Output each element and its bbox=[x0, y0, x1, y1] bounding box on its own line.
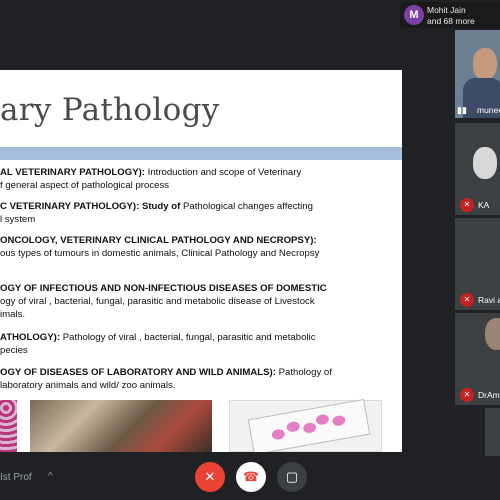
list-item: C VETERINARY PATHOLOGY): Study of Pathol… bbox=[0, 201, 313, 225]
mic-off-icon: ✕ bbox=[460, 198, 474, 212]
mic-toggle-button[interactable]: ✕ bbox=[195, 462, 225, 492]
participant-name: KA bbox=[478, 200, 490, 210]
participant-tile[interactable] bbox=[485, 408, 500, 456]
participant-tile[interactable]: ▮▮ munee bbox=[455, 30, 500, 118]
camera-icon: ▢ bbox=[285, 469, 299, 484]
phone-icon: ☎ bbox=[242, 469, 260, 484]
histology-image bbox=[0, 400, 17, 452]
participant-tile[interactable]: ✕ Ravi a bbox=[455, 218, 500, 310]
list-item: ONCOLOGY, VETERINARY CLINICAL PATHOLOGY … bbox=[0, 235, 320, 259]
slide-image bbox=[229, 399, 382, 452]
mic-off-icon: ✕ bbox=[460, 388, 474, 402]
slide-title-band bbox=[0, 147, 402, 160]
participant-tile[interactable]: ✕ DrAm bbox=[455, 313, 500, 405]
audio-icon: ▮▮ bbox=[457, 105, 467, 115]
camera-toggle-button[interactable]: ▢ bbox=[277, 462, 307, 492]
meeting-title: Ist Prof bbox=[0, 472, 32, 483]
bottom-bar: Ist Prof ^ ✕ ☎ ▢ bbox=[0, 456, 500, 500]
mic-off-icon: ✕ bbox=[460, 293, 474, 307]
chevron-up-icon[interactable]: ^ bbox=[48, 471, 53, 482]
participant-name: Ravi a bbox=[478, 295, 500, 305]
mic-off-icon: ✕ bbox=[204, 469, 216, 484]
meet-screen: M Mohit Jain and 68 more ary Pathology A… bbox=[0, 0, 500, 500]
participant-name: munee bbox=[477, 105, 500, 115]
list-item: OGY OF DISEASES OF LABORATORY AND WILD A… bbox=[0, 367, 332, 391]
list-item: OGY OF INFECTIOUS AND NON-INFECTIOUS DIS… bbox=[0, 283, 327, 320]
end-call-button[interactable]: ☎ bbox=[236, 462, 266, 492]
top-bar: M Mohit Jain and 68 more bbox=[0, 0, 500, 30]
shared-slide: ary Pathology AL VETERINARY PATHOLOGY): … bbox=[0, 70, 402, 452]
necropsy-image bbox=[30, 400, 212, 452]
glass-slide-icon bbox=[247, 399, 371, 452]
participant-tile[interactable]: ✕ KA bbox=[455, 123, 500, 215]
participant-video bbox=[473, 48, 497, 80]
avatar: M bbox=[404, 5, 424, 25]
list-item: AL VETERINARY PATHOLOGY): Introduction a… bbox=[0, 167, 302, 191]
list-item: ATHOLOGY): Pathology of viral , bacteria… bbox=[0, 332, 316, 356]
participant-count: and 68 more bbox=[427, 16, 475, 26]
host-name: Mohit Jain bbox=[427, 5, 466, 15]
participant-name: DrAm bbox=[478, 390, 500, 400]
participants-chip[interactable]: M Mohit Jain and 68 more bbox=[400, 2, 500, 28]
slide-title: ary Pathology bbox=[0, 92, 220, 128]
participant-video bbox=[473, 147, 497, 179]
participant-video bbox=[485, 318, 500, 350]
